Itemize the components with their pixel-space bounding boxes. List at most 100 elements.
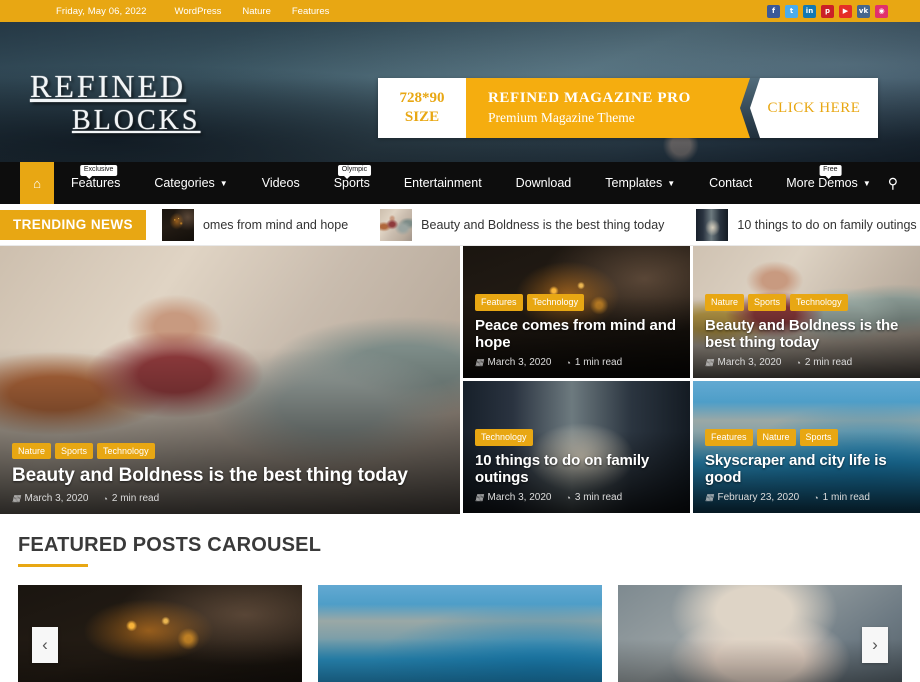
post-readtime-text: 2 min read [111,493,160,504]
logo-line-1: REFINED [30,68,187,104]
chevron-right-icon[interactable]: › [862,627,888,663]
site-logo[interactable]: REFINED BLOCKS [30,70,200,135]
post-date: ▦ March 3, 2020 [705,357,781,368]
featured-card-meta: ▦ March 3, 2020 ◔ 2 min read [705,357,908,368]
trending-item[interactable]: 10 things to do on family outings [680,208,920,241]
featured-card-meta: ▦ March 3, 2020 ◔ 3 min read [475,492,678,503]
category-chip-nature[interactable]: Nature [12,443,52,460]
category-chip-features[interactable]: Features [475,294,523,311]
carousel-slide[interactable]: FeaturesTechnology [18,585,302,682]
featured-card-categories: Technology [475,429,678,446]
linkedin-icon[interactable]: in [803,4,816,18]
featured-card[interactable]: Features Technology Peace comes from mind … [463,246,690,378]
top-link-features[interactable]: Features [292,6,330,17]
ad-subtitle: Premium Magazine Theme [488,110,635,125]
category-chip-technology[interactable]: Technology [790,294,848,311]
featured-card-categories: Features Nature Sports [705,429,908,446]
featured-card-body: Features Technology Peace comes from mind … [463,284,690,378]
featured-card-body: Technology 10 things to do on family outi… [463,419,690,513]
ad-size-line-2: SIZE [404,109,440,125]
top-link-wordpress[interactable]: WordPress [175,6,222,17]
carousel-track: FeaturesTechnologyFeaturesNatureSportsBe… [18,585,902,682]
featured-card-title[interactable]: 10 things to do on family outings [475,452,678,487]
featured-main-body: Nature Sports Technology Beauty and Boldne… [0,433,460,514]
ad-cta-button[interactable]: CLICK HERE [750,78,878,138]
chevron-down-icon: ▼ [862,178,871,188]
category-chip-nature[interactable]: Nature [756,429,796,446]
nav-item-entertainment[interactable]: Entertainment [387,162,499,204]
pinterest-icon[interactable]: p [821,4,834,18]
clock-icon: ◔ [565,357,571,368]
top-link-nature[interactable]: Nature [242,6,271,17]
logo-line-2: BLOCKS [72,105,201,136]
facebook-icon[interactable]: f [767,4,780,18]
clock-icon: ◔ [102,493,108,504]
featured-main-title[interactable]: Beauty and Boldness is the best thing to… [12,465,448,487]
post-date-text: March 3, 2020 [487,357,552,368]
carousel-slide[interactable]: FeaturesNatureSports [318,585,602,682]
featured-main-categories: Nature Sports Technology [12,443,448,460]
ad-size-line-1: 728*90 [399,90,445,107]
trending-thumbnail [696,208,729,241]
carousel-slide-image [318,585,602,682]
nav-item-categories[interactable]: Categories ▼ [137,162,244,204]
vk-icon[interactable]: vk [857,4,870,18]
home-icon[interactable]: ⌂ [20,162,54,204]
instagram-icon[interactable]: ◉ [875,4,888,18]
trending-title[interactable]: omes from mind and hope [203,218,348,232]
post-readtime: ◔ 2 min read [102,493,159,504]
youtube-icon[interactable]: ▶ [839,4,852,18]
nav-item-label: Templates [605,176,663,190]
trending-thumbnail [380,208,413,241]
category-chip-sports[interactable]: Sports [55,443,94,460]
category-chip-features[interactable]: Features [705,429,753,446]
post-date-text: March 3, 2020 [24,493,89,504]
search-icon[interactable]: ⚲ [888,162,920,204]
trending-title[interactable]: Beauty and Boldness is the best thing to… [421,218,664,232]
ad-title: REFINED MAGAZINE PRO [488,90,691,106]
category-chip-technology[interactable]: Technology [475,429,533,446]
section-underline [18,564,88,567]
featured-card-meta: ▦ February 23, 2020 ◔ 1 min read [705,492,908,503]
featured-card-body: Nature Sports Technology Beauty and Boldnes… [693,284,920,378]
featured-card-title[interactable]: Skyscraper and city life is good [705,452,908,487]
nav-item-templates[interactable]: Templates ▼ [588,162,692,204]
featured-card[interactable]: Technology 10 things to do on family outi… [463,381,690,513]
trending-item[interactable]: Beauty and Boldness is the best thing to… [364,208,680,241]
post-date: ▦ February 23, 2020 [705,492,799,503]
category-chip-sports[interactable]: Sports [748,294,787,311]
category-chip-technology[interactable]: Technology [97,443,155,460]
section-heading: FEATURED POSTS CAROUSEL [18,534,322,556]
nav-item-features[interactable]: Exclusive Features [54,162,137,204]
nav-item-label: Download [515,176,572,190]
post-date-text: March 3, 2020 [717,357,782,368]
featured-card-title[interactable]: Beauty and Boldness is the best thing to… [705,317,908,352]
twitter-icon[interactable]: t [785,4,798,18]
featured-grid: Nature Sports Technology Beauty and Boldne… [0,246,920,514]
trending-news-bar: TRENDING NEWS omes from mind and hope Bea… [0,204,920,246]
trending-item[interactable]: omes from mind and hope [146,208,364,241]
category-chip-nature[interactable]: Nature [705,294,745,311]
featured-main-card[interactable]: Nature Sports Technology Beauty and Boldne… [0,246,460,514]
trending-track: omes from mind and hope Beauty and Boldne… [146,208,920,241]
calendar-icon: ▦ [705,492,714,502]
featured-card[interactable]: Features Nature Sports Skyscraper and city … [693,381,920,513]
chevron-left-icon[interactable]: ‹ [32,627,58,663]
nav-item-contact[interactable]: Contact [692,162,769,204]
calendar-icon: ▦ [475,357,484,367]
featured-card-title[interactable]: Peace comes from mind and hope [475,317,678,352]
nav-item-more-demos[interactable]: Free More Demos ▼ [769,162,887,204]
featured-card-meta: ▦ March 3, 2020 ◔ 1 min read [475,357,678,368]
trending-title[interactable]: 10 things to do on family outings [737,218,916,232]
carousel-slide[interactable]: BeautyFeatures [618,585,902,682]
featured-card[interactable]: Nature Sports Technology Beauty and Boldnes… [693,246,920,378]
nav-item-label: Contact [709,176,753,190]
header-banner-ad[interactable]: 728*90 SIZE REFINED MAGAZINE PRO Premium… [378,78,878,138]
nav-item-videos[interactable]: Videos [245,162,317,204]
nav-item-label: Categories [154,176,215,190]
nav-item-sports[interactable]: Olympic Sports [317,162,387,204]
category-chip-technology[interactable]: Technology [526,294,585,311]
nav-item-download[interactable]: Download [499,162,589,204]
category-chip-sports[interactable]: Sports [799,429,838,446]
trending-label: TRENDING NEWS [0,209,146,240]
